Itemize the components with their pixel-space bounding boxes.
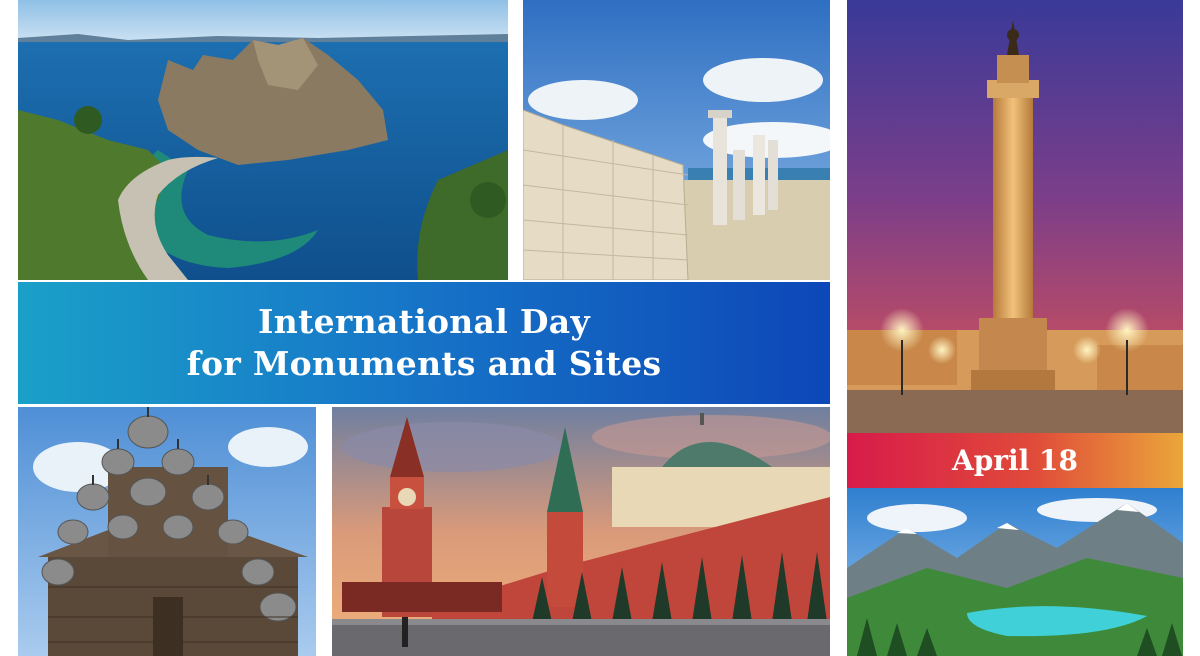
title-line-1: International Day [258, 302, 590, 341]
mountain-lake-photo [847, 488, 1183, 656]
wooden-church-photo [18, 407, 316, 656]
alexander-column-photo [847, 0, 1183, 433]
title-banner: International Day for Monuments and Site… [18, 282, 830, 404]
date-text: April 18 [951, 444, 1079, 477]
lake-baikal-photo [18, 0, 508, 280]
ancient-ruins-photo [523, 0, 830, 280]
moscow-kremlin-photo [332, 407, 830, 656]
date-badge: April 18 [847, 433, 1183, 488]
title-line-2: for Monuments and Sites [186, 344, 662, 383]
